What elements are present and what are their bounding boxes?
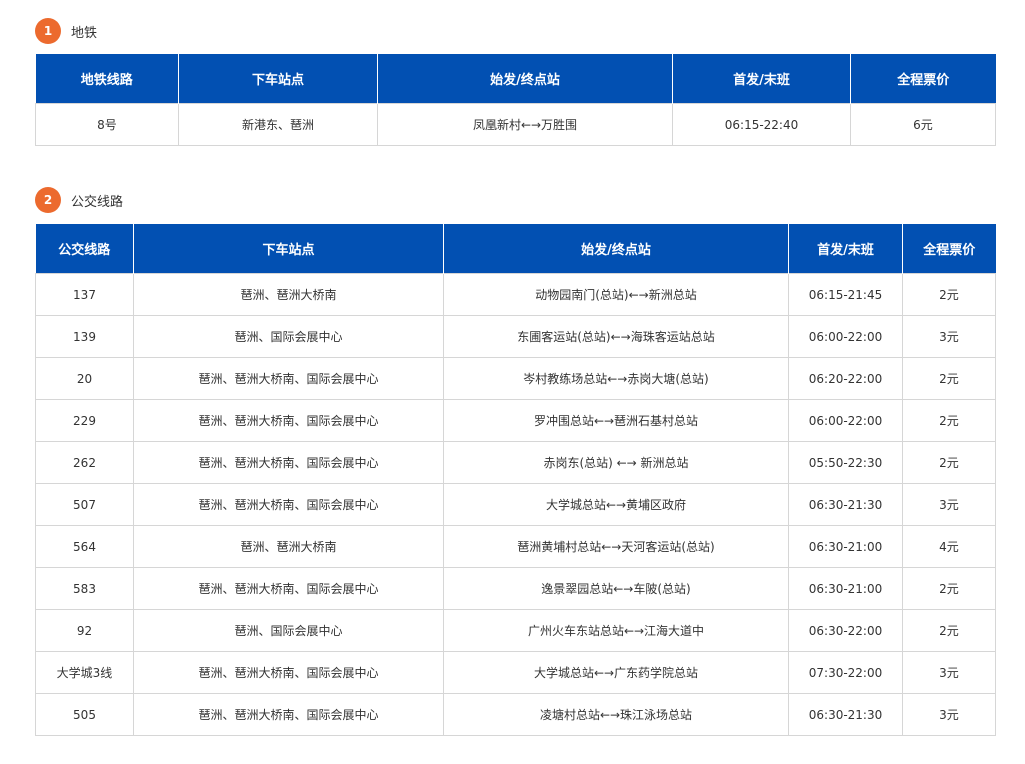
- line-cell: 262: [35, 441, 134, 484]
- table-row: 564 琶洲、琶洲大桥南 琶洲黄埔村总站←→天河客运站(总站) 06:30-21…: [35, 525, 996, 568]
- terminal-cell: 大学城总站←→广东药学院总站: [443, 651, 789, 694]
- schedule-cell: 06:30-21:30: [788, 483, 903, 526]
- line-cell: 229: [35, 399, 134, 442]
- section-title: 地铁: [71, 25, 98, 41]
- line-cell: 505: [35, 693, 134, 736]
- stop-cell: 琶洲、国际会展中心: [133, 315, 444, 358]
- fare-cell: 3元: [902, 483, 996, 526]
- fare-cell: 2元: [902, 567, 996, 610]
- section-number-badge: 2: [35, 187, 61, 213]
- stop-cell: 琶洲、琶洲大桥南: [133, 525, 444, 568]
- table-row: 139 琶洲、国际会展中心 东圃客运站(总站)←→海珠客运站总站 06:00-2…: [35, 315, 996, 358]
- fare-cell: 2元: [902, 609, 996, 652]
- column-header: 首发/末班: [672, 54, 851, 104]
- schedule-cell: 06:30-21:00: [788, 525, 903, 568]
- column-header: 始发/终点站: [377, 54, 673, 104]
- stop-cell: 琶洲、琶洲大桥南、国际会展中心: [133, 399, 444, 442]
- schedule-cell: 06:15-21:45: [788, 273, 903, 316]
- table-row: 505 琶洲、琶洲大桥南、国际会展中心 凌塘村总站←→珠江泳场总站 06:30-…: [35, 693, 996, 736]
- table-row: 507 琶洲、琶洲大桥南、国际会展中心 大学城总站←→黄埔区政府 06:30-2…: [35, 483, 996, 526]
- stop-cell: 琶洲、国际会展中心: [133, 609, 444, 652]
- terminal-cell: 广州火车东站总站←→江海大道中: [443, 609, 789, 652]
- schedule-cell: 06:20-22:00: [788, 357, 903, 400]
- line-cell: 583: [35, 567, 134, 610]
- stop-cell: 琶洲、琶洲大桥南: [133, 273, 444, 316]
- line-cell: 20: [35, 357, 134, 400]
- fare-cell: 2元: [902, 357, 996, 400]
- stop-cell: 琶洲、琶洲大桥南、国际会展中心: [133, 651, 444, 694]
- stop-cell: 琶洲、琶洲大桥南、国际会展中心: [133, 483, 444, 526]
- column-header: 全程票价: [902, 224, 996, 274]
- column-header: 首发/末班: [788, 224, 903, 274]
- line-cell: 92: [35, 609, 134, 652]
- column-header: 始发/终点站: [443, 224, 789, 274]
- schedule-cell: 06:15-22:40: [672, 103, 851, 146]
- fare-cell: 3元: [902, 693, 996, 736]
- stop-cell: 琶洲、琶洲大桥南、国际会展中心: [133, 567, 444, 610]
- schedule-cell: 07:30-22:00: [788, 651, 903, 694]
- line-cell: 507: [35, 483, 134, 526]
- stop-cell: 琶洲、琶洲大桥南、国际会展中心: [133, 693, 444, 736]
- schedule-cell: 06:30-21:30: [788, 693, 903, 736]
- table-header-row: 地铁线路 下车站点 始发/终点站 首发/末班 全程票价: [35, 54, 996, 104]
- table-row: 137 琶洲、琶洲大桥南 动物园南门(总站)←→新洲总站 06:15-21:45…: [35, 273, 996, 316]
- terminal-cell: 大学城总站←→黄埔区政府: [443, 483, 789, 526]
- terminal-cell: 岑村教练场总站←→赤岗大塘(总站): [443, 357, 789, 400]
- line-cell: 139: [35, 315, 134, 358]
- section-header-metro: 1 地铁: [35, 18, 97, 44]
- table-row: 20 琶洲、琶洲大桥南、国际会展中心 岑村教练场总站←→赤岗大塘(总站) 06:…: [35, 357, 996, 400]
- stop-cell: 新港东、琶洲: [178, 103, 378, 146]
- column-header: 下车站点: [178, 54, 378, 104]
- column-header: 下车站点: [133, 224, 444, 274]
- terminal-cell: 琶洲黄埔村总站←→天河客运站(总站): [443, 525, 789, 568]
- fare-cell: 6元: [850, 103, 996, 146]
- fare-cell: 2元: [902, 441, 996, 484]
- stop-cell: 琶洲、琶洲大桥南、国际会展中心: [133, 357, 444, 400]
- fare-cell: 2元: [902, 273, 996, 316]
- terminal-cell: 动物园南门(总站)←→新洲总站: [443, 273, 789, 316]
- schedule-cell: 06:30-22:00: [788, 609, 903, 652]
- line-cell: 大学城3线: [35, 651, 134, 694]
- line-cell: 564: [35, 525, 134, 568]
- schedule-cell: 05:50-22:30: [788, 441, 903, 484]
- table-row: 8号 新港东、琶洲 凤凰新村←→万胜围 06:15-22:40 6元: [35, 103, 996, 146]
- schedule-cell: 06:30-21:00: [788, 567, 903, 610]
- table-row: 262 琶洲、琶洲大桥南、国际会展中心 赤岗东(总站) ←→ 新洲总站 05:5…: [35, 441, 996, 484]
- section-header-bus: 2 公交线路: [35, 187, 123, 213]
- section-number-badge: 1: [35, 18, 61, 44]
- fare-cell: 4元: [902, 525, 996, 568]
- table-header-row: 公交线路 下车站点 始发/终点站 首发/末班 全程票价: [35, 224, 996, 274]
- terminal-cell: 罗冲围总站←→琶洲石基村总站: [443, 399, 789, 442]
- section-title: 公交线路: [71, 194, 124, 210]
- line-cell: 137: [35, 273, 134, 316]
- fare-cell: 2元: [902, 399, 996, 442]
- column-header: 地铁线路: [35, 54, 179, 104]
- column-header: 公交线路: [35, 224, 134, 274]
- table-row: 229 琶洲、琶洲大桥南、国际会展中心 罗冲围总站←→琶洲石基村总站 06:00…: [35, 399, 996, 442]
- terminal-cell: 凌塘村总站←→珠江泳场总站: [443, 693, 789, 736]
- terminal-cell: 赤岗东(总站) ←→ 新洲总站: [443, 441, 789, 484]
- terminal-cell: 逸景翠园总站←→车陂(总站): [443, 567, 789, 610]
- schedule-cell: 06:00-22:00: [788, 399, 903, 442]
- line-cell: 8号: [35, 103, 179, 146]
- metro-table: 地铁线路 下车站点 始发/终点站 首发/末班 全程票价 8号 新港东、琶洲 凤凰…: [35, 54, 996, 146]
- stop-cell: 琶洲、琶洲大桥南、国际会展中心: [133, 441, 444, 484]
- terminal-cell: 凤凰新村←→万胜围: [377, 103, 673, 146]
- table-row: 92 琶洲、国际会展中心 广州火车东站总站←→江海大道中 06:30-22:00…: [35, 609, 996, 652]
- schedule-cell: 06:00-22:00: [788, 315, 903, 358]
- bus-table: 公交线路 下车站点 始发/终点站 首发/末班 全程票价 137 琶洲、琶洲大桥南…: [35, 224, 996, 736]
- fare-cell: 3元: [902, 315, 996, 358]
- table-row: 大学城3线 琶洲、琶洲大桥南、国际会展中心 大学城总站←→广东药学院总站 07:…: [35, 651, 996, 694]
- column-header: 全程票价: [850, 54, 996, 104]
- terminal-cell: 东圃客运站(总站)←→海珠客运站总站: [443, 315, 789, 358]
- table-row: 583 琶洲、琶洲大桥南、国际会展中心 逸景翠园总站←→车陂(总站) 06:30…: [35, 567, 996, 610]
- fare-cell: 3元: [902, 651, 996, 694]
